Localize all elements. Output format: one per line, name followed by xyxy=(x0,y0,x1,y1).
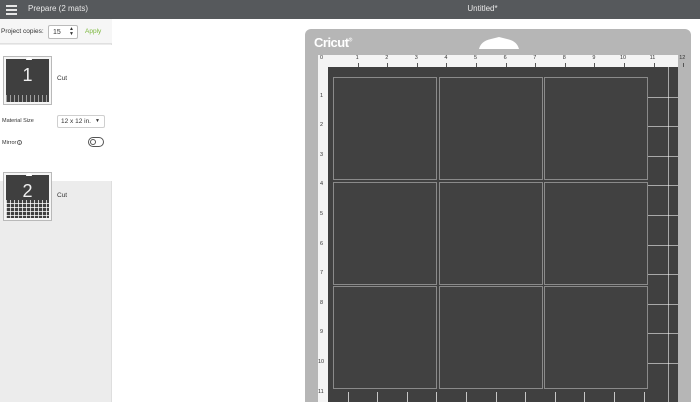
project-copies-label: Project copies: xyxy=(1,28,44,35)
ruler-left-label: 6 xyxy=(320,240,324,247)
mat-grid-line xyxy=(648,333,678,335)
material-size-label: Material Size xyxy=(2,118,34,124)
prepare-screen: Prepare (2 mats) Untitled* Project copie… xyxy=(0,0,700,402)
ruler-top-label: 12 xyxy=(679,55,686,61)
mat-list-panel: Project copies: 15 ▲ ▼ Apply 1 Cut Mater… xyxy=(0,19,112,402)
ruler-left-label: 8 xyxy=(320,299,324,306)
ruler-top-label: 7 xyxy=(533,55,537,61)
ruler-left-label: 9 xyxy=(320,329,324,336)
cricut-logo: Cricut® xyxy=(314,35,352,50)
ruler-top-label: 4 xyxy=(444,55,448,61)
mat-grid-line xyxy=(347,392,349,402)
material-size-value: 12 x 12 in. xyxy=(61,118,91,125)
mat-card-1[interactable]: 1 Cut Material Size 12 x 12 in. ▼ Mirror… xyxy=(0,45,112,181)
mat-notch xyxy=(26,57,32,60)
ruler-left-label: 2 xyxy=(320,122,324,129)
cut-tile[interactable] xyxy=(333,286,437,389)
mat-grid-line xyxy=(495,392,497,402)
mirror-label-wrap: Mirror i xyxy=(2,140,23,146)
document-title: Untitled* xyxy=(467,4,498,13)
ruler-top-label: 6 xyxy=(503,55,507,61)
cut-tile[interactable] xyxy=(333,77,437,180)
mat-notch xyxy=(26,173,32,176)
mat-thumbnail-grid xyxy=(6,95,49,102)
cutting-mat[interactable]: Cricut® 0 1 2 3 4 5 6 7 8 9 10 11 12 1 2 3 4 5 6 7 8 9 10 11 xyxy=(305,29,691,402)
ruler-left-label: 3 xyxy=(320,151,324,158)
ruler-top-label: 1 xyxy=(355,55,359,61)
stepper-down-icon[interactable]: ▼ xyxy=(68,32,75,37)
project-copies-value: 15 xyxy=(53,29,61,36)
mat-thumbnail-2[interactable]: 2 xyxy=(3,172,52,221)
toggle-knob xyxy=(90,139,96,145)
cut-tile[interactable] xyxy=(438,181,543,285)
mat-grid-line xyxy=(406,392,408,402)
mat-grid-line xyxy=(554,392,556,402)
cut-tile[interactable] xyxy=(544,181,648,285)
cut-tile[interactable] xyxy=(544,286,648,389)
ruler-top-label: 10 xyxy=(620,55,627,61)
ruler-left: 1 2 3 4 5 6 7 8 9 10 11 xyxy=(318,67,328,402)
cut-tile[interactable] xyxy=(544,77,648,180)
project-copies-row: Project copies: 15 ▲ ▼ Apply xyxy=(0,19,112,44)
mat-grid-line xyxy=(648,155,678,157)
ruler-top-label: 0 xyxy=(320,55,324,61)
mat-grid-line xyxy=(584,392,586,402)
mat-grid-line xyxy=(525,392,527,402)
ruler-left-label: 4 xyxy=(320,181,324,188)
chevron-down-icon: ▼ xyxy=(95,118,100,124)
ruler-top-label: 11 xyxy=(649,55,656,61)
ruler-left-label: 5 xyxy=(320,211,324,217)
mat-grid-line xyxy=(648,303,678,305)
material-size-select[interactable]: 12 x 12 in. ▼ xyxy=(57,115,105,128)
ruler-left-label: 10 xyxy=(318,359,325,365)
project-copies-input[interactable]: 15 ▲ ▼ xyxy=(48,25,78,39)
mat-grid-line xyxy=(648,126,678,128)
mat-grid-line xyxy=(648,185,678,187)
mat-grid-line xyxy=(648,96,678,98)
brand-text: Cricut xyxy=(314,35,349,50)
mat-grid-line xyxy=(436,392,438,402)
ruler-left-label: 7 xyxy=(320,270,324,277)
mat-preview-canvas[interactable]: Cricut® 0 1 2 3 4 5 6 7 8 9 10 11 12 1 2 3 4 5 6 7 8 9 10 11 xyxy=(113,19,700,402)
ruler-top-label: 2 xyxy=(385,55,389,61)
ruler-left-label: 1 xyxy=(320,92,324,99)
ruler-top: 0 1 2 3 4 5 6 7 8 9 10 11 12 xyxy=(318,55,685,67)
copies-stepper[interactable]: ▲ ▼ xyxy=(68,27,75,38)
ruler-top-label: 8 xyxy=(562,55,566,61)
cut-tile[interactable] xyxy=(438,286,543,389)
mat-label: Cut xyxy=(57,75,68,82)
mat-card-2[interactable]: 2 Cut xyxy=(0,162,112,232)
mat-number: 2 xyxy=(22,181,33,201)
apply-button[interactable]: Apply xyxy=(85,28,101,35)
mirror-toggle[interactable] xyxy=(88,137,104,147)
mat-thumbnail-grid xyxy=(6,200,49,218)
mat-grid-line xyxy=(648,274,678,276)
mat-grid-line xyxy=(648,363,678,364)
info-icon[interactable]: i xyxy=(17,140,23,145)
ruler-top-label: 3 xyxy=(414,55,418,61)
mat-number: 1 xyxy=(22,65,33,85)
cut-tile[interactable] xyxy=(333,181,437,285)
ruler-top-label: 5 xyxy=(474,55,478,61)
mat-grid-line xyxy=(377,392,379,402)
mat-surface[interactable] xyxy=(328,67,678,402)
ruler-top-label: 9 xyxy=(592,55,596,61)
mirror-label: Mirror xyxy=(2,140,17,146)
mat-thumbnail-1[interactable]: 1 xyxy=(3,56,52,105)
cut-tile[interactable] xyxy=(438,77,543,180)
top-bar: Prepare (2 mats) Untitled* xyxy=(0,0,700,19)
mat-handle-icon xyxy=(479,37,519,49)
mat-grid-line xyxy=(648,244,678,246)
mat-grid-line xyxy=(614,392,615,402)
mat-grid-line xyxy=(643,392,645,402)
mat-label: Cut xyxy=(57,192,68,199)
mat-grid-line xyxy=(648,215,678,216)
mat-grid-line xyxy=(466,392,467,402)
ruler-left-label: 11 xyxy=(318,388,324,395)
ruler-tick xyxy=(683,63,685,67)
